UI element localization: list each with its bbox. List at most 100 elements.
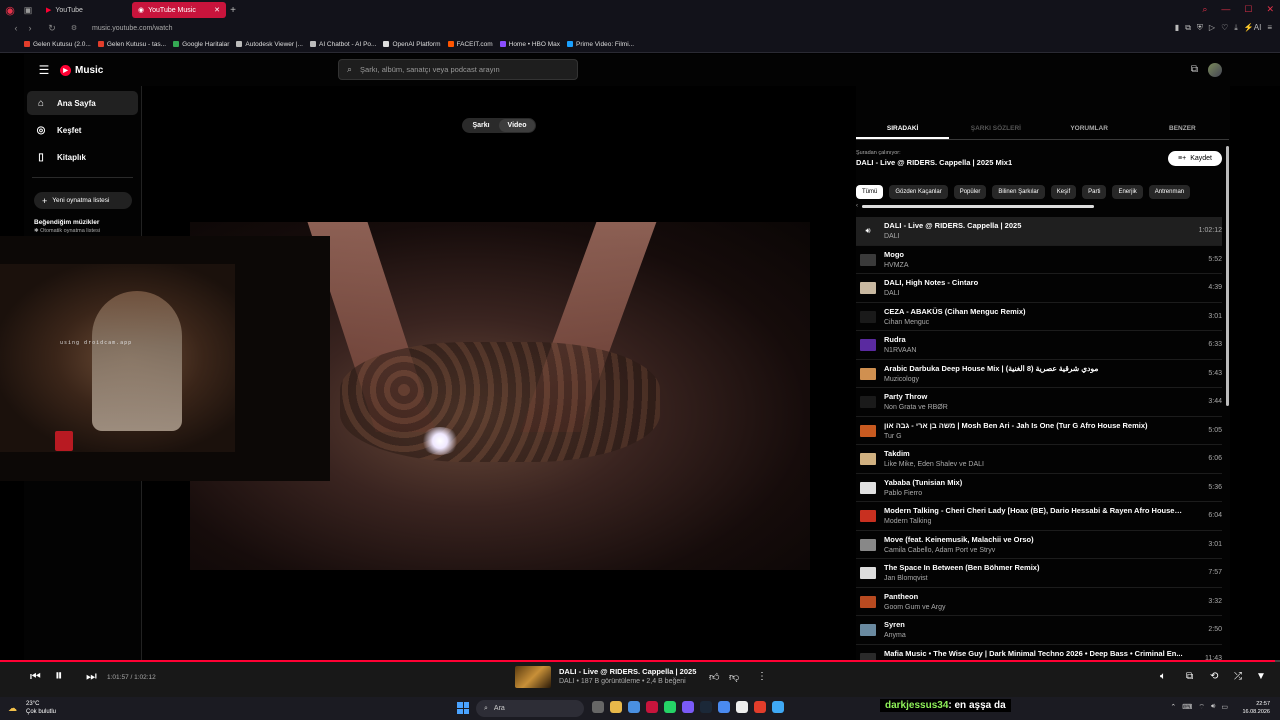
steam-icon[interactable] bbox=[700, 701, 712, 713]
tab-youtube[interactable]: ▶ YouTube bbox=[40, 2, 128, 18]
queue-item[interactable]: Modern Talking - Cheri Cheri Lady [Hoax … bbox=[856, 502, 1222, 531]
queue-item-thumbnail[interactable] bbox=[860, 282, 876, 294]
queue-item-artist[interactable]: N1RVAAN bbox=[884, 347, 916, 354]
tab-up-next[interactable]: SIRADAKİ bbox=[856, 120, 950, 139]
chip-scrollbar[interactable] bbox=[862, 205, 1094, 208]
close-window-icon[interactable]: ✕ bbox=[1266, 4, 1274, 15]
weather-widget[interactable]: 23°C Çok bulutlu bbox=[26, 700, 56, 716]
task-view-icon[interactable] bbox=[592, 701, 604, 713]
queue-item[interactable]: Mogo HVMZA 5:52 bbox=[856, 246, 1222, 274]
new-tab-icon[interactable]: + bbox=[226, 5, 240, 16]
chrome-icon[interactable] bbox=[628, 701, 640, 713]
queue-item-artist[interactable]: Tur G bbox=[884, 433, 902, 440]
queue-item[interactable]: Arabic Darbuka Deep House Mix | مودي شرق… bbox=[856, 360, 1222, 388]
vscode-icon[interactable] bbox=[718, 701, 730, 713]
queue-item-artist[interactable]: Modern Talking bbox=[884, 518, 931, 525]
toggle-video[interactable]: Video bbox=[499, 119, 535, 132]
queue-item[interactable]: Syren Anyma 2:50 bbox=[856, 616, 1222, 645]
bookmark-item[interactable]: OpenAI Platform bbox=[383, 41, 441, 48]
tab-youtube-music[interactable]: ◉ YouTube Music ✕ bbox=[132, 2, 226, 18]
keyboard-icon[interactable]: ⌨ bbox=[1182, 703, 1192, 712]
queue-item-artist[interactable]: Camila Cabello, Adam Port ve Stryv bbox=[884, 547, 995, 554]
queue-item-thumbnail[interactable] bbox=[860, 595, 876, 608]
shield-icon[interactable]: ⛨ bbox=[1197, 23, 1203, 33]
ytmusic-logo[interactable]: ▶ Music bbox=[60, 64, 103, 76]
search-input[interactable] bbox=[360, 65, 561, 74]
queue-item-artist[interactable]: Like Mike, Eden Shalev ve DALI bbox=[884, 461, 984, 468]
chevron-left-icon[interactable]: ‹ bbox=[856, 203, 858, 209]
menu-icon[interactable]: ≡ bbox=[1267, 23, 1272, 33]
queue-item-thumbnail[interactable] bbox=[860, 453, 876, 465]
chip[interactable]: Parti bbox=[1082, 185, 1107, 199]
queue-item-thumbnail[interactable] bbox=[860, 424, 876, 437]
speaker-icon[interactable]: 🔊︎ bbox=[1211, 703, 1215, 712]
app-icon[interactable] bbox=[772, 701, 784, 713]
queue-item-thumbnail[interactable] bbox=[860, 538, 876, 551]
now-playing-title[interactable]: DALI - Live @ RIDERS. Cappella | 2025 bbox=[559, 667, 696, 676]
queue-item-artist[interactable]: Cihan Menguc bbox=[884, 319, 929, 326]
queue-item-artist[interactable]: Non Grata ve RBØR bbox=[884, 404, 948, 411]
queue-item[interactable]: CEZA - ABAKÜS (Cihan Menguc Remix) Cihan … bbox=[856, 303, 1222, 331]
more-options-icon[interactable]: ⋮ bbox=[757, 671, 767, 682]
maximize-icon[interactable]: ☐ bbox=[1244, 4, 1252, 15]
workspaces-icon[interactable]: ▣ bbox=[20, 0, 36, 20]
chip[interactable]: Keşif bbox=[1050, 185, 1077, 199]
queue-item-artist[interactable]: DALI bbox=[884, 290, 900, 297]
download-icon[interactable]: ⤓ bbox=[1234, 23, 1238, 33]
miniplayer-icon[interactable]: ⧉ bbox=[1186, 671, 1193, 682]
queue-item-thumbnail[interactable] bbox=[860, 396, 876, 408]
queue-item[interactable]: The Space In Between (Ben Böhmer Remix) J… bbox=[856, 559, 1222, 588]
queue-item-thumbnail[interactable] bbox=[860, 310, 876, 323]
obs-icon[interactable] bbox=[754, 701, 766, 713]
queue-item[interactable]: Takdim Like Mike, Eden Shalev ve DALI 6:06 bbox=[856, 445, 1222, 474]
queue-item[interactable]: Pantheon Goom Gum ve Argy 3:32 bbox=[856, 588, 1222, 616]
bookmark-item[interactable]: Prime Video: Filmi... bbox=[567, 41, 634, 48]
queue-item[interactable]: Yababa (Tunisian Mix) Pablo Fierro 5:36 bbox=[856, 474, 1222, 502]
file-explorer-icon[interactable] bbox=[610, 701, 622, 713]
dislike-icon[interactable]: 👎︎ bbox=[729, 671, 739, 683]
bookmark-item[interactable]: Home • HBO Max bbox=[499, 41, 560, 48]
chip[interactable]: Enerjik bbox=[1112, 185, 1143, 199]
queue-item-artist[interactable]: Goom Gum ve Argy bbox=[884, 604, 945, 611]
bookmark-item[interactable]: FACEIT.com bbox=[447, 41, 493, 48]
ai-icon[interactable]: ⚡AI bbox=[1244, 23, 1262, 33]
sidebar-item-library[interactable]: ▯ Kitaplık bbox=[27, 145, 138, 169]
search-box[interactable]: ⌕ bbox=[338, 59, 578, 80]
previous-icon[interactable]: ⏮ bbox=[30, 669, 41, 684]
hamburger-menu-icon[interactable]: ☰ bbox=[28, 63, 60, 77]
bookmark-item[interactable]: Autodesk Viewer |... bbox=[236, 41, 303, 48]
queue-item-artist[interactable]: Anyma bbox=[884, 632, 906, 639]
queue-item-thumbnail[interactable] bbox=[860, 624, 876, 636]
expand-player-icon[interactable]: ▼ bbox=[1256, 671, 1266, 682]
queue-item[interactable]: 🔊︎ DALI - Live @ RIDERS. Cappella | 2025 D… bbox=[856, 217, 1222, 246]
reload-icon[interactable]: ↻ bbox=[46, 23, 58, 34]
like-icon[interactable]: 👍︎ bbox=[709, 671, 719, 683]
taskbar-search[interactable]: ⌕ Ara bbox=[476, 700, 584, 717]
queue-item-artist[interactable]: Muzicology bbox=[884, 376, 919, 383]
chevron-up-icon[interactable]: ⌃ bbox=[1170, 703, 1176, 712]
pause-icon[interactable]: ⏸ bbox=[55, 667, 63, 684]
playing-from-title[interactable]: DALI - Live @ RIDERS. Cappella | 2025 Mi… bbox=[856, 158, 1012, 167]
queue-item-thumbnail[interactable] bbox=[860, 481, 876, 494]
chip[interactable]: Antrenman bbox=[1148, 185, 1191, 199]
bookmark-item[interactable]: AI Chatbot - AI Po... bbox=[309, 41, 376, 48]
sidebar-item-explore[interactable]: ◎ Keşfet bbox=[27, 118, 138, 142]
site-info-icon[interactable]: ⚙ bbox=[68, 24, 80, 32]
opera-gx-icon[interactable] bbox=[646, 701, 658, 713]
toggle-song[interactable]: Şarkı bbox=[463, 119, 499, 132]
save-button[interactable]: ≡+ Kaydet bbox=[1168, 151, 1222, 166]
now-playing-speaker-icon[interactable]: 🔊︎ bbox=[860, 225, 876, 237]
repeat-icon[interactable]: ⟲ bbox=[1210, 671, 1218, 682]
queue-item-thumbnail[interactable] bbox=[860, 367, 876, 380]
wifi-icon[interactable]: ⌔ bbox=[1198, 703, 1205, 712]
minimize-icon[interactable]: — bbox=[1221, 4, 1230, 15]
url-field[interactable]: music.youtube.com/watch bbox=[92, 25, 173, 32]
screenshot-icon[interactable]: ⧉ bbox=[1185, 23, 1191, 33]
queue-item-artist[interactable]: DALI bbox=[884, 233, 900, 240]
chip-scrollbar-thumb[interactable] bbox=[862, 205, 1094, 208]
volume-icon[interactable]: 🔈︎ bbox=[1160, 671, 1166, 682]
tab-comments[interactable]: YORUMLAR bbox=[1043, 120, 1136, 139]
forward-icon[interactable]: › bbox=[24, 23, 36, 33]
queue-item-artist[interactable]: Pablo Fierro bbox=[884, 490, 922, 497]
play-icon[interactable]: ▷ bbox=[1209, 23, 1215, 33]
